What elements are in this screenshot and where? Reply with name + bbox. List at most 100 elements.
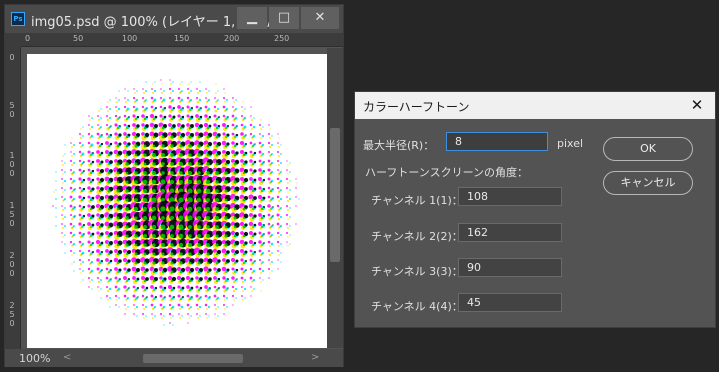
halftone-dot: [87, 132, 91, 136]
halftone-dot: [196, 313, 198, 315]
channel-1-angle-field[interactable]: [458, 187, 562, 206]
halftone-dot: [241, 286, 243, 288]
halftone-dot: [180, 298, 182, 300]
halftone-dot: [126, 271, 128, 273]
halftone-dot: [107, 216, 111, 220]
halftone-dot: [135, 305, 139, 309]
ok-button[interactable]: OK: [603, 137, 693, 161]
halftone-dot: [253, 241, 257, 245]
halftone-dot: [261, 269, 265, 273]
halftone-dot: [268, 145, 272, 149]
halftone-dot: [224, 162, 228, 166]
halftone-dot: [234, 136, 236, 138]
halftone-dot: [83, 161, 85, 163]
halftone-dot: [207, 305, 211, 309]
halftone-dot: [232, 97, 234, 99]
image-canvas[interactable]: [27, 54, 327, 348]
halftone-dot: [62, 227, 64, 229]
max-radius-unit: pixel: [557, 137, 584, 150]
halftone-dot: [91, 178, 95, 182]
halftone-dot: [69, 195, 73, 199]
document-titlebar[interactable]: Ps img05.psd @ 100% (レイヤー 1, RGB/... ▁ □…: [5, 5, 343, 33]
halftone-dot: [245, 269, 247, 271]
max-radius-field[interactable]: [446, 132, 548, 151]
halftone-dot: [188, 144, 192, 148]
halftone-dot: [234, 118, 236, 120]
cancel-button[interactable]: キャンセル: [603, 171, 693, 195]
halftone-dot: [200, 296, 202, 298]
halftone-dot: [61, 205, 63, 207]
halftone-dot: [99, 136, 101, 138]
vertical-ruler[interactable]: 0 5 0 1 0 0 1 5 0 2 0 0 2 5 0: [5, 47, 21, 349]
halftone-dot: [260, 128, 262, 130]
halftone-dot: [215, 207, 219, 211]
halftone-dot: [286, 196, 288, 198]
halftone-dot: [205, 179, 211, 185]
halftone-dot: [159, 105, 163, 109]
halftone-dot: [163, 115, 167, 119]
halftone-dot: [172, 315, 174, 317]
halftone-dot: [190, 106, 194, 110]
halftone-dot: [83, 170, 85, 172]
halftone-dot: [127, 259, 131, 263]
halftone-dot: [188, 261, 192, 265]
halftone-dot: [118, 268, 122, 272]
halftone-dot: [170, 162, 174, 166]
vertical-scrollbar[interactable]: [327, 48, 343, 348]
channel-2-label: チャンネル 2(2)：: [371, 230, 463, 243]
horizontal-scrollbar[interactable]: < >: [59, 352, 321, 364]
halftone-dot: [105, 132, 109, 136]
halftone-dot: [188, 234, 192, 238]
screen-angles-heading: ハーフトーンスクリーンの角度：: [365, 166, 529, 179]
channel-4-angle-field[interactable]: [458, 293, 562, 312]
halftone-dot: [110, 134, 112, 136]
halftone-dot: [188, 83, 190, 85]
halftone-dot: [261, 134, 265, 138]
channel-3-angle-field[interactable]: [458, 258, 562, 277]
halftone-dot: [170, 317, 172, 319]
halftone-dot: [287, 182, 289, 184]
halftone-dot: [171, 100, 173, 102]
halftone-dot: [152, 243, 156, 247]
halftone-dot: [268, 277, 270, 279]
halftone-dot: [277, 217, 281, 221]
halftone-dot: [187, 242, 193, 248]
halftone-dot: [143, 153, 147, 157]
canvas-area[interactable]: [22, 48, 327, 348]
halftone-dot: [55, 216, 57, 218]
maximize-button[interactable]: □: [269, 7, 299, 29]
halftone-dot: [128, 278, 130, 280]
halftone-dot: [100, 241, 104, 245]
halftone-dot: [99, 253, 101, 255]
halftone-dot: [242, 162, 246, 166]
halftone-dot: [276, 213, 280, 217]
halftone-dot: [79, 133, 81, 135]
ruler-origin[interactable]: [5, 33, 21, 47]
halftone-dot: [222, 303, 226, 307]
dialog-titlebar[interactable]: カラーハーフトーン ✕: [355, 92, 715, 119]
halftone-dot: [161, 162, 165, 166]
halftone-dot: [163, 277, 167, 281]
halftone-dot: [249, 150, 253, 154]
halftone-dot: [270, 208, 272, 210]
halftone-dot: [78, 240, 82, 244]
halftone-dot: [252, 125, 256, 129]
halftone-dot: [144, 109, 146, 111]
zoom-level[interactable]: 100%: [19, 352, 50, 365]
halftone-dot: [159, 294, 163, 298]
scroll-right-icon[interactable]: >: [311, 352, 319, 363]
dialog-close-icon[interactable]: ✕: [683, 94, 711, 116]
halftone-dot: [153, 100, 155, 102]
minimize-button[interactable]: ▁: [237, 7, 267, 29]
halftone-dot: [82, 135, 84, 137]
halftone-dot: [61, 196, 63, 198]
close-document-button[interactable]: ✕: [301, 7, 339, 29]
halftone-dot: [280, 243, 282, 245]
vertical-scroll-thumb[interactable]: [330, 128, 340, 262]
halftone-dot: [98, 198, 102, 202]
horizontal-scroll-thumb[interactable]: [143, 354, 243, 363]
scroll-left-icon[interactable]: <: [63, 352, 71, 363]
channel-2-angle-field[interactable]: [458, 223, 562, 242]
horizontal-ruler[interactable]: 0 50 100 150 200 250: [21, 33, 343, 47]
halftone-dot: [262, 214, 266, 218]
